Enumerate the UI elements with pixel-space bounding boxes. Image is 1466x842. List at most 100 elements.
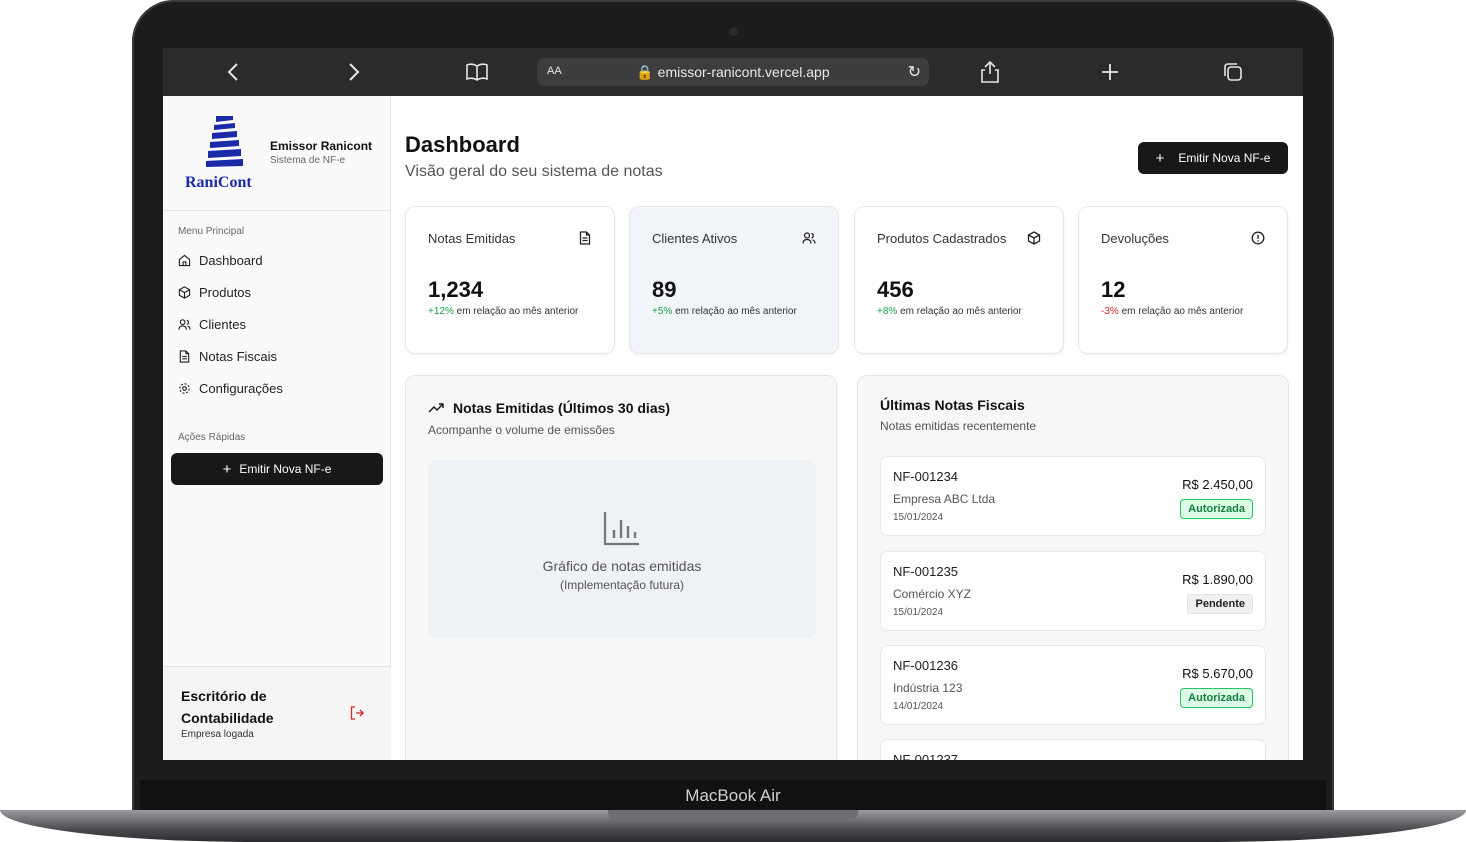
stat-label: Produtos Cadastrados <box>877 231 1007 246</box>
page-subtitle: Visão geral do seu sistema de notas <box>405 163 663 180</box>
forward-icon[interactable] <box>342 60 366 84</box>
invoice-client: Empresa ABC Ltda <box>893 492 996 506</box>
building-logo-icon <box>206 116 243 167</box>
divider <box>163 210 391 211</box>
company-subtitle: Empresa logada <box>181 729 254 740</box>
stat-change: -3% <box>1101 306 1119 317</box>
invoice-client: Indústria 123 <box>893 681 963 695</box>
stat-value: 456 <box>877 277 914 302</box>
page-title: Dashboard <box>405 132 520 157</box>
stat-change: +8% <box>877 306 898 317</box>
share-icon[interactable] <box>978 60 1002 84</box>
status-badge: Pendente <box>1187 594 1253 614</box>
url-text: 🔒 emissor-ranicont.vercel.app <box>636 64 830 80</box>
stat-change: +12% <box>428 306 454 317</box>
invoice-item[interactable]: NF-001234 Empresa ABC Ltda 15/01/2024 R$… <box>880 456 1266 536</box>
logout-icon[interactable] <box>349 705 365 721</box>
invoice-amount: R$ 2.450,00 <box>1182 477 1253 492</box>
latest-invoices-panel: Últimas Notas Fiscais Notas emitidas rec… <box>857 375 1289 760</box>
new-tab-icon[interactable] <box>1098 60 1122 84</box>
stat-value: 1,234 <box>428 277 484 302</box>
sidebar-item-dashboard[interactable]: Dashboard <box>178 250 263 270</box>
screen: AA 🔒 emissor-ranicont.vercel.app ↻ RaniC… <box>163 48 1303 760</box>
bar-chart-icon <box>603 512 639 546</box>
chart-placeholder: Gráfico de notas emitidas (Implementação… <box>428 460 816 638</box>
invoice-date: 15/01/2024 <box>893 607 944 618</box>
status-badge: Autorizada <box>1180 688 1253 708</box>
back-icon[interactable] <box>221 60 245 84</box>
brand-name: Emissor Ranicont <box>270 139 373 153</box>
sidebar-item-configuracoes[interactable]: Configurações <box>178 378 283 398</box>
file-text-icon <box>579 231 591 245</box>
quick-actions-label: Ações Rápidas <box>178 432 246 443</box>
reload-icon[interactable]: ↻ <box>908 62 921 82</box>
sidebar-item-label: Produtos <box>199 284 252 300</box>
lock-icon: 🔒 <box>636 64 654 80</box>
stat-card-produtos-cadastrados: Produtos Cadastrados 456 +8% em relação … <box>854 206 1064 354</box>
company-name: Escritório de Contabilidade <box>181 688 274 726</box>
chart-panel: Notas Emitidas (Últimos 30 dias) Acompan… <box>405 375 837 760</box>
browser-toolbar: AA 🔒 emissor-ranicont.vercel.app ↻ <box>163 48 1303 96</box>
invoice-amount: R$ 5.670,00 <box>1182 666 1253 681</box>
menu-section-label: Menu Principal <box>178 226 245 237</box>
stat-change: +5% <box>652 306 673 317</box>
sidebar-item-label: Notas Fiscais <box>199 348 278 364</box>
device-label: MacBook Air <box>685 786 781 805</box>
stat-note: -3% em relação ao mês anterior <box>1101 306 1244 317</box>
bookmarks-icon[interactable] <box>465 60 489 84</box>
address-bar[interactable]: AA 🔒 emissor-ranicont.vercel.app ↻ <box>537 58 929 86</box>
tabs-overview-icon[interactable] <box>1221 60 1245 84</box>
alert-circle-icon <box>1251 231 1265 245</box>
plus-icon: + <box>222 460 232 478</box>
stat-value: 89 <box>652 277 677 302</box>
stat-note: +5% em relação ao mês anterior <box>652 306 797 317</box>
camera <box>729 27 738 36</box>
sidebar-emit-nfe-button[interactable]: + Emitir Nova NF-e <box>171 453 383 485</box>
stat-label: Clientes Ativos <box>652 231 738 246</box>
package-icon <box>178 285 191 299</box>
users-icon <box>802 232 816 244</box>
invoice-client: Comércio XYZ <box>893 587 972 601</box>
button-label: Emitir Nova NF-e <box>239 462 332 476</box>
company-footer: Escritório de Contabilidade Empresa loga… <box>163 666 391 760</box>
sidebar-item-notas-fiscais[interactable]: Notas Fiscais <box>178 346 277 366</box>
laptop-notch <box>608 810 858 820</box>
sidebar-item-label: Dashboard <box>199 252 263 268</box>
invoice-number: NF-001237 <box>893 752 959 760</box>
sidebar: RaniCont Emissor Ranicont Sistema de NF-… <box>163 96 391 760</box>
app: RaniCont Emissor Ranicont Sistema de NF-… <box>163 96 1303 760</box>
invoice-item[interactable]: NF-001235 Comércio XYZ 15/01/2024 R$ 1.8… <box>880 551 1266 631</box>
stat-value: 12 <box>1101 277 1126 302</box>
sidebar-item-clientes[interactable]: Clientes <box>178 314 246 334</box>
invoice-date: 15/01/2024 <box>893 512 944 523</box>
stat-label: Devoluções <box>1101 231 1169 246</box>
placeholder-title: Gráfico de notas emitidas <box>542 558 702 574</box>
brand-subtitle: Sistema de NF-e <box>270 155 346 166</box>
brand-logo[interactable]: RaniCont <box>181 114 261 194</box>
emit-nfe-button[interactable]: + Emitir Nova NF-e <box>1138 142 1288 174</box>
invoice-date: 14/01/2024 <box>893 701 944 712</box>
invoice-number: NF-001234 <box>893 469 959 484</box>
sidebar-item-label: Clientes <box>199 316 246 332</box>
logo-text: RaniCont <box>185 174 252 191</box>
gear-icon <box>179 382 190 394</box>
stat-card-devolucoes: Devoluções 12 -3% em relação ao mês ante… <box>1078 206 1288 354</box>
home-icon <box>178 254 191 266</box>
stat-note: +8% em relação ao mês anterior <box>877 306 1022 317</box>
panel-title: Notas Emitidas (Últimos 30 dias) <box>428 400 670 416</box>
file-text-icon <box>179 349 190 363</box>
invoice-item[interactable]: NF-001236 Indústria 123 14/01/2024 R$ 5.… <box>880 645 1266 725</box>
stat-label: Notas Emitidas <box>428 231 516 246</box>
invoice-number: NF-001235 <box>893 564 959 579</box>
placeholder-subtitle: (Implementação futura) <box>559 578 685 592</box>
stat-card-clientes-ativos: Clientes Ativos 89 +5% em relação ao mês… <box>629 206 839 354</box>
main-content: Dashboard Visão geral do seu sistema de … <box>391 96 1303 760</box>
panel-subtitle: Notas emitidas recentemente <box>880 419 1037 433</box>
package-icon <box>1027 231 1041 245</box>
invoice-number: NF-001236 <box>893 658 959 673</box>
panel-subtitle: Acompanhe o volume de emissões <box>428 423 615 437</box>
stat-card-notas-emitidas: Notas Emitidas 1,234 +12% em relação ao … <box>405 206 615 354</box>
sidebar-item-produtos[interactable]: Produtos <box>178 282 251 302</box>
trending-up-icon <box>428 403 444 413</box>
invoice-item[interactable]: NF-001237 <box>880 739 1266 760</box>
